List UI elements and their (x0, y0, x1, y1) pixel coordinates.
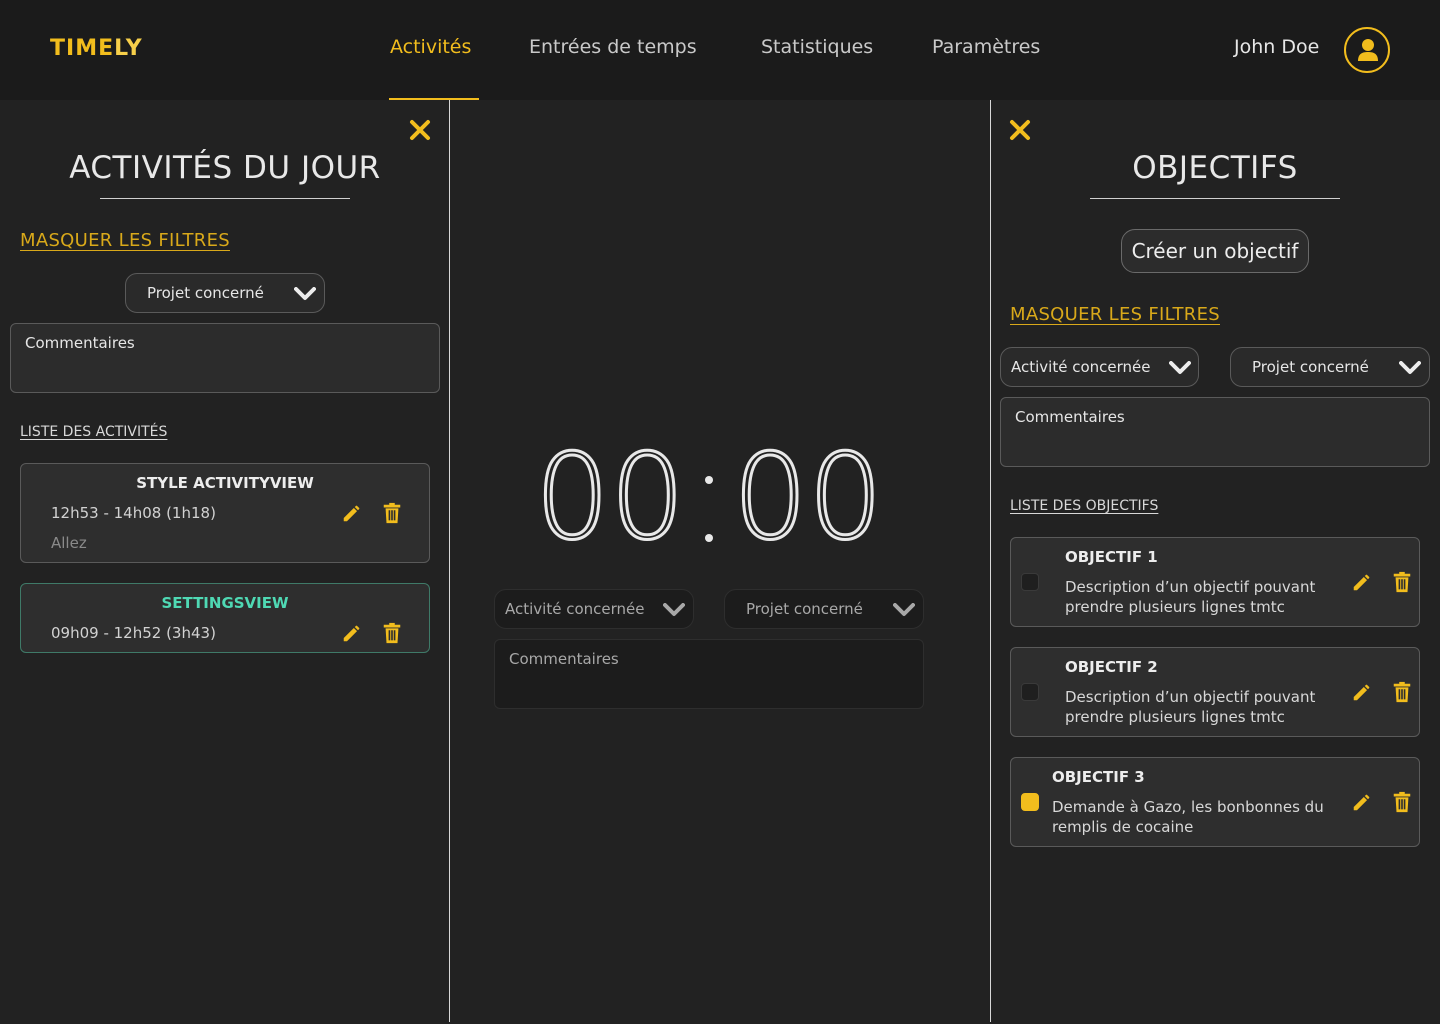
activity-card[interactable]: SETTINGSVIEW 09h09 - 12h52 (3h43) (20, 583, 430, 653)
objective-description: Description d’un objectif pouvant (1065, 578, 1316, 596)
edit-icon[interactable] (341, 622, 363, 644)
close-icon[interactable] (408, 118, 432, 142)
chevron-down-icon (1169, 361, 1191, 374)
hide-filters-link[interactable]: MASQUER LES FILTRES (20, 230, 230, 251)
objective-description: prendre plusieurs lignes tmtc (1065, 598, 1285, 616)
avatar[interactable] (1344, 27, 1390, 73)
chevron-down-icon (294, 287, 316, 300)
comments-field[interactable]: Commentaires (1000, 397, 1430, 467)
active-tab-indicator (389, 98, 479, 100)
user-name[interactable]: John Doe (1234, 36, 1319, 58)
objective-title: OBJECTIF 3 (1052, 768, 1145, 786)
activity-title: STYLE ACTIVITYVIEW (136, 474, 314, 492)
app-logo[interactable]: TIMELY (50, 36, 143, 61)
edit-icon[interactable] (1351, 571, 1373, 593)
comments-field[interactable]: Commentaires (10, 323, 440, 393)
objective-description: remplis de cocaine (1052, 818, 1194, 836)
left-panel-divider (449, 100, 450, 1022)
nav-tab-activites[interactable]: Activités (390, 36, 471, 58)
title-divider (1090, 198, 1340, 199)
activity-title: SETTINGSVIEW (161, 594, 289, 612)
timer-minutes: 00 (535, 428, 685, 558)
activity-select-label: Activité concernée (1011, 358, 1151, 376)
objective-checkbox[interactable] (1021, 683, 1039, 701)
objective-description: prendre plusieurs lignes tmtc (1065, 708, 1285, 726)
hide-filters-link[interactable]: MASQUER LES FILTRES (1010, 304, 1220, 325)
nav-tab-parametres[interactable]: Paramètres (932, 36, 1040, 58)
objective-card[interactable]: OBJECTIF 3 Demande à Gazo, les bonbonnes… (1010, 757, 1420, 847)
project-select-label: Projet concerné (746, 600, 863, 618)
activity-card[interactable]: STYLE ACTIVITYVIEW 12h53 - 14h08 (1h18) … (20, 463, 430, 563)
trash-icon[interactable] (381, 622, 403, 644)
objective-description: Demande à Gazo, les bonbonnes du (1052, 798, 1324, 816)
objectives-list-title: LISTE DES OBJECTIFS (1010, 498, 1159, 514)
nav-tab-statistiques[interactable]: Statistiques (761, 36, 873, 58)
activity-select[interactable]: Activité concernée (1000, 347, 1199, 387)
top-navigation-bar: TIMELY Activités Entrées de temps Statis… (0, 0, 1440, 100)
trash-icon[interactable] (1391, 791, 1413, 813)
title-divider (100, 198, 350, 199)
project-select-label: Projet concerné (147, 284, 264, 302)
objective-checkbox-checked[interactable] (1021, 793, 1039, 811)
left-panel-title: ACTIVITÉS DU JOUR (69, 150, 381, 186)
objective-title: OBJECTIF 1 (1065, 548, 1158, 566)
timer-separator (705, 534, 713, 542)
project-select[interactable]: Projet concerné (724, 589, 924, 629)
objective-description: Description d’un objectif pouvant (1065, 688, 1316, 706)
edit-icon[interactable] (341, 502, 363, 524)
right-panel-divider (990, 100, 991, 1022)
trash-icon[interactable] (1391, 571, 1413, 593)
chevron-down-icon (663, 603, 685, 616)
objective-card[interactable]: OBJECTIF 2 Description d’un objectif pou… (1010, 647, 1420, 737)
activities-list-title: LISTE DES ACTIVITÉS (20, 424, 168, 440)
activity-select[interactable]: Activité concernée (494, 589, 694, 629)
timer-separator (705, 476, 713, 484)
objective-card[interactable]: OBJECTIF 1 Description d’un objectif pou… (1010, 537, 1420, 627)
objective-checkbox[interactable] (1021, 573, 1039, 591)
trash-icon[interactable] (381, 502, 403, 524)
comments-placeholder: Commentaires (25, 334, 135, 352)
activity-select-label: Activité concernée (505, 600, 645, 618)
activity-time: 12h53 - 14h08 (1h18) (51, 504, 216, 522)
create-objective-button[interactable]: Créer un objectif (1121, 229, 1309, 273)
chevron-down-icon (1399, 361, 1421, 374)
close-icon[interactable] (1008, 118, 1032, 142)
comments-field[interactable]: Commentaires (494, 639, 924, 709)
timer-seconds: 00 (733, 428, 883, 558)
project-select[interactable]: Projet concerné (125, 273, 325, 313)
edit-icon[interactable] (1351, 791, 1373, 813)
nav-tab-entrees-de-temps[interactable]: Entrées de temps (529, 36, 697, 58)
trash-icon[interactable] (1391, 681, 1413, 703)
user-icon (1358, 39, 1378, 61)
right-panel-title: OBJECTIFS (1132, 150, 1298, 186)
activity-time: 09h09 - 12h52 (3h43) (51, 624, 216, 642)
edit-icon[interactable] (1351, 681, 1373, 703)
comments-placeholder: Commentaires (509, 650, 619, 668)
activity-comment: Allez (51, 534, 87, 552)
timer-display: 00 00 (533, 428, 884, 558)
chevron-down-icon (893, 603, 915, 616)
comments-placeholder: Commentaires (1015, 408, 1125, 426)
project-select[interactable]: Projet concerné (1230, 347, 1430, 387)
project-select-label: Projet concerné (1252, 358, 1369, 376)
objective-title: OBJECTIF 2 (1065, 658, 1158, 676)
